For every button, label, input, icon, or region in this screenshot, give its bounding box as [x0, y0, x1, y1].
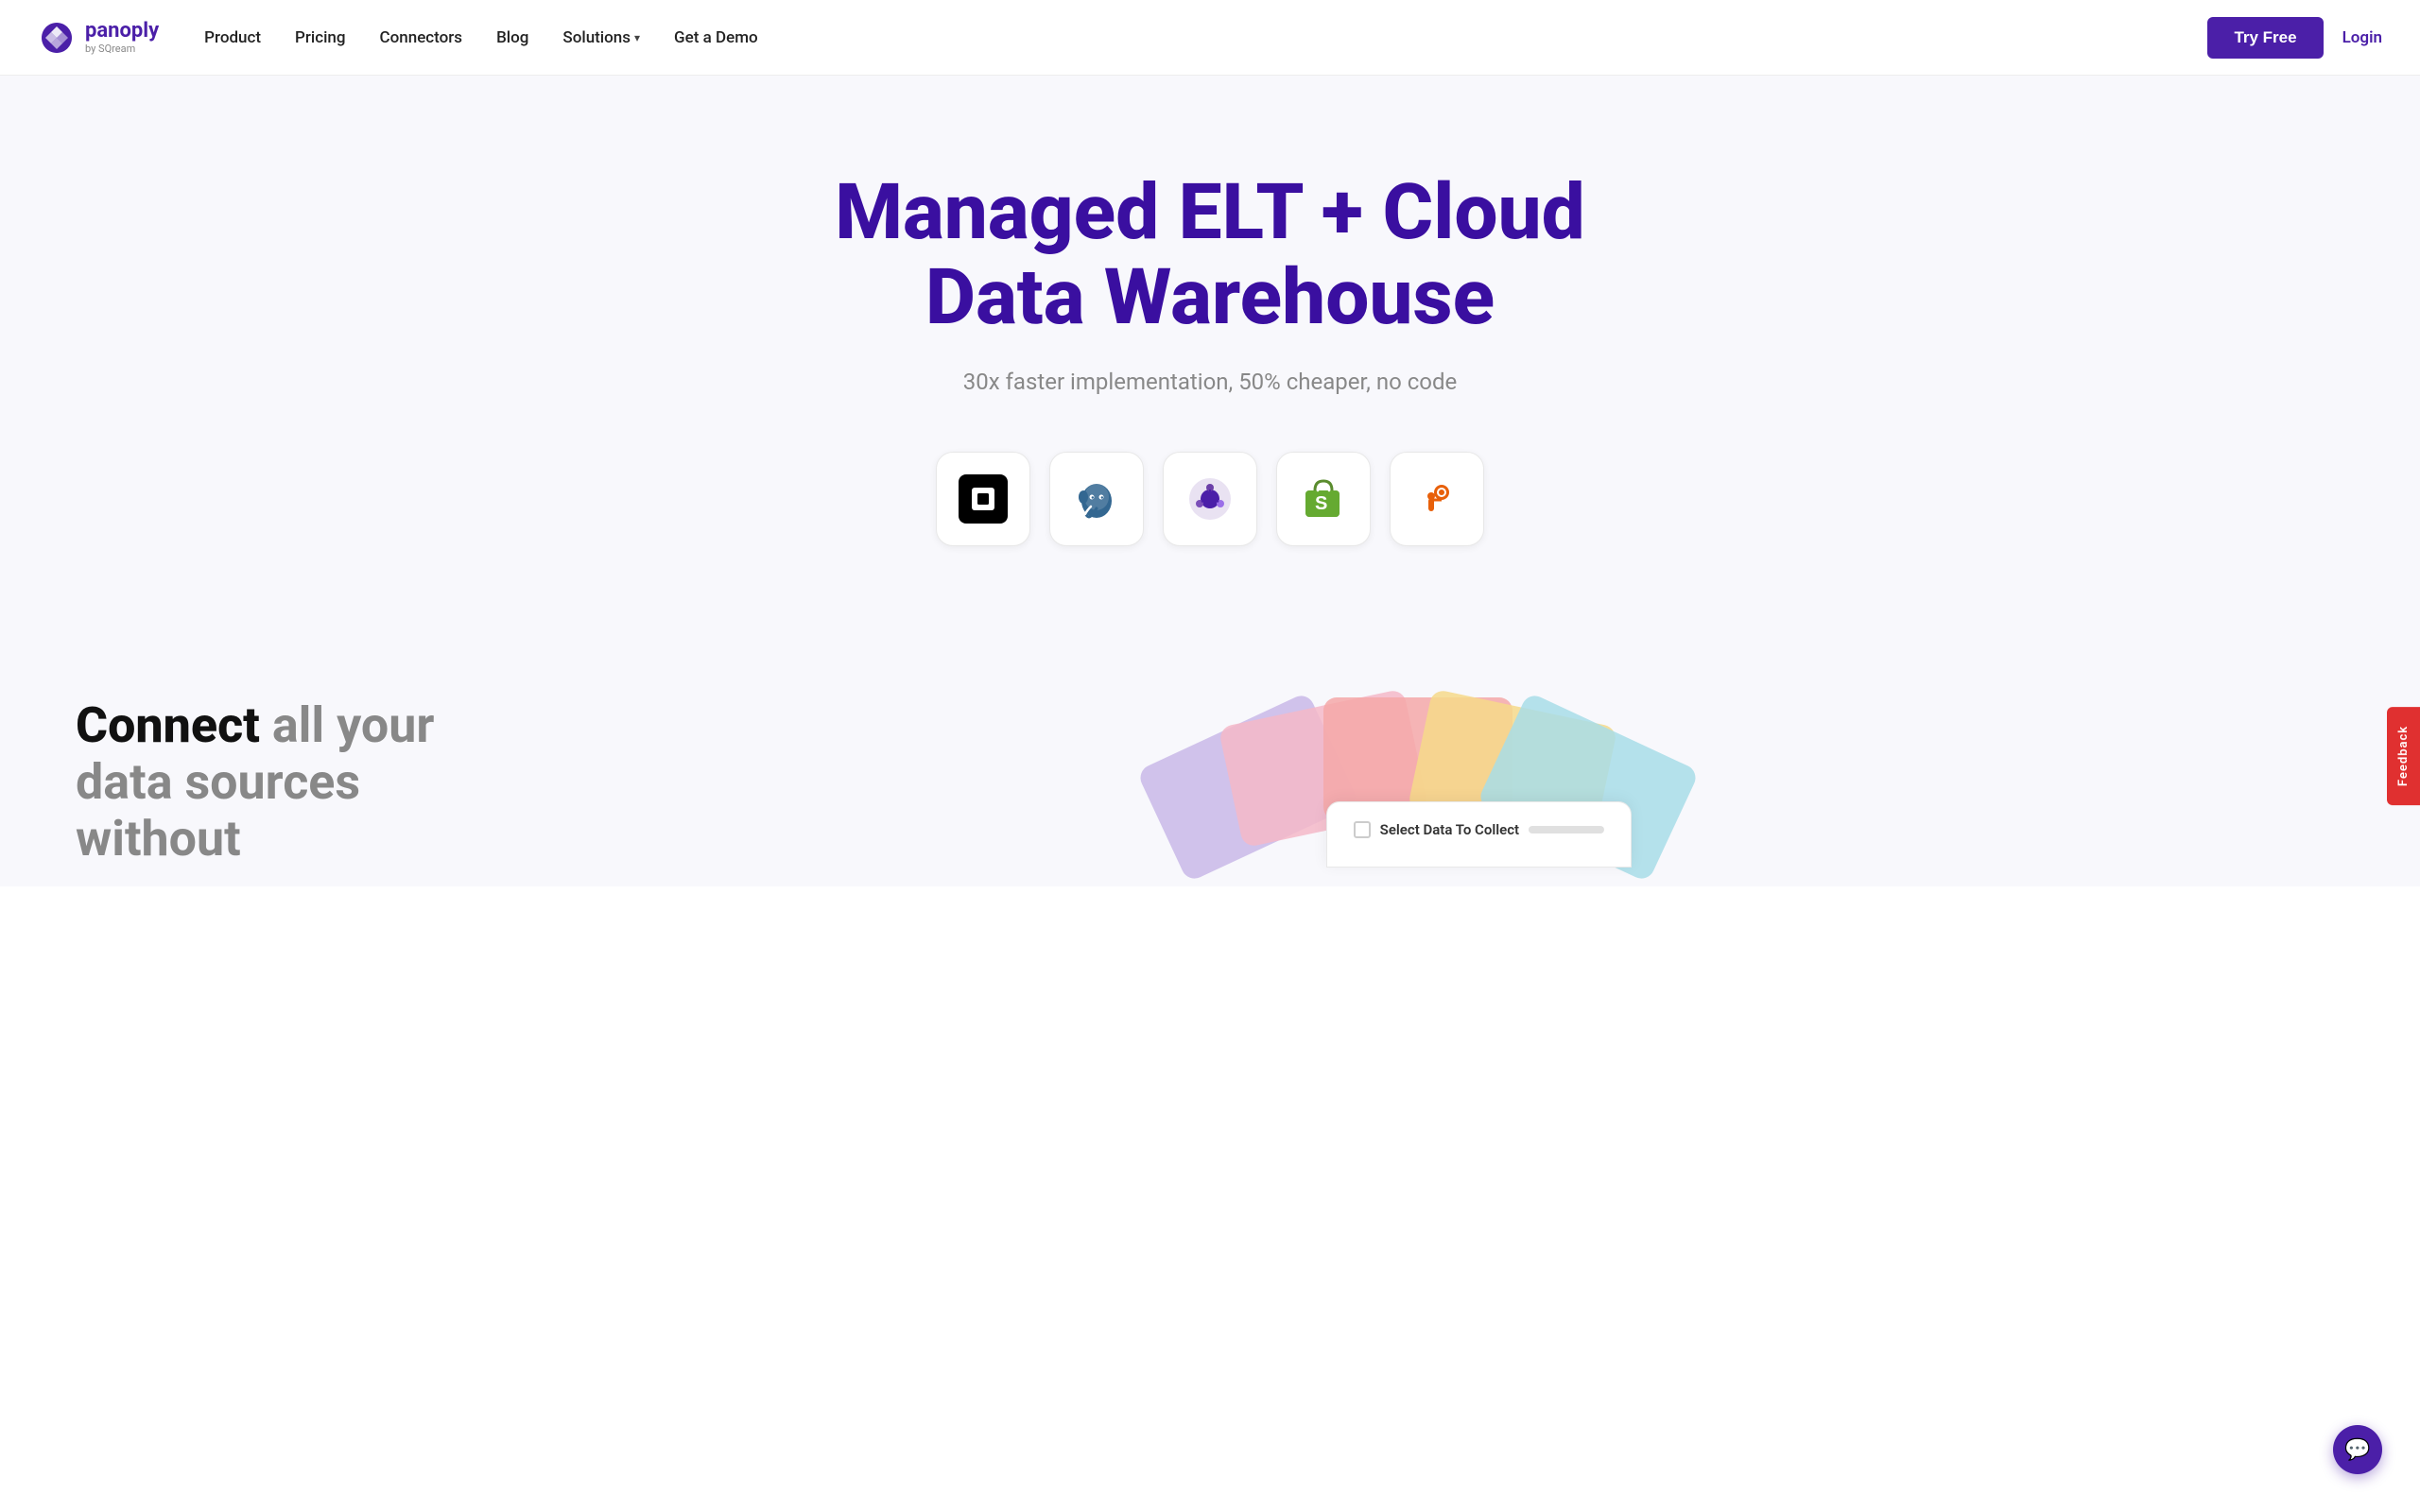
nav-link-product[interactable]: Product	[204, 28, 261, 47]
hero-subtitle: 30x faster implementation, 50% cheaper, …	[38, 369, 2382, 395]
connector-card-square[interactable]	[936, 452, 1030, 546]
chat-bubble[interactable]: 💬	[2333, 1425, 2382, 1474]
logo-icon	[38, 19, 76, 57]
logo-name: panoply	[85, 21, 159, 42]
shopify-icon: S	[1298, 473, 1349, 524]
navbar: panoply by SQream Product Pricing Connec…	[0, 0, 2420, 76]
connect-title: Connect all yourdata sourceswithout	[76, 697, 434, 867]
nav-right: Try Free Login	[2207, 17, 2382, 59]
connector-card-hubspot[interactable]	[1390, 452, 1484, 546]
connector-card-postgresql[interactable]	[1049, 452, 1144, 546]
connector-card-panoply[interactable]	[1163, 452, 1257, 546]
logo-sub: by SQream	[85, 43, 159, 54]
lower-section: Connect all yourdata sourceswithout Sele…	[0, 679, 2420, 886]
hero-section: Managed ELT + Cloud Data Warehouse 30x f…	[0, 76, 2420, 679]
hubspot-icon	[1411, 473, 1462, 524]
svg-text:S: S	[1315, 493, 1327, 514]
connector-card-shopify[interactable]: S	[1276, 452, 1371, 546]
data-collect-title: Select Data To Collect	[1354, 821, 1604, 838]
nav-links: Product Pricing Connectors Blog Solution…	[204, 28, 2207, 47]
square-icon	[959, 474, 1008, 524]
connect-bold: Connect	[76, 696, 260, 754]
nav-link-pricing[interactable]: Pricing	[295, 28, 346, 47]
chat-icon: 💬	[2344, 1438, 2370, 1462]
nav-item-demo[interactable]: Get a Demo	[674, 28, 758, 47]
postgresql-icon	[1070, 472, 1123, 525]
nav-link-demo[interactable]: Get a Demo	[674, 28, 758, 47]
collect-checkbox[interactable]	[1354, 821, 1371, 838]
nav-link-connectors[interactable]: Connectors	[380, 28, 463, 47]
logo-link[interactable]: panoply by SQream	[38, 19, 159, 57]
nav-item-pricing[interactable]: Pricing	[295, 28, 346, 47]
connect-text: Connect all yourdata sourceswithout	[76, 679, 434, 867]
nav-item-blog[interactable]: Blog	[496, 28, 528, 47]
panoply-connector-icon	[1184, 473, 1236, 524]
hero-title: Managed ELT + Cloud Data Warehouse	[785, 170, 1635, 340]
nav-link-blog[interactable]: Blog	[496, 28, 528, 47]
nav-item-solutions[interactable]: Solutions ▾	[562, 28, 640, 47]
data-collect-panel: Select Data To Collect	[1326, 801, 1632, 868]
feedback-tab[interactable]: Feedback	[2387, 707, 2420, 805]
chevron-down-icon: ▾	[634, 31, 640, 44]
try-free-button[interactable]: Try Free	[2207, 17, 2323, 59]
nav-link-solutions[interactable]: Solutions	[562, 28, 631, 47]
nav-item-product[interactable]: Product	[204, 28, 261, 47]
connector-icons-row: S	[38, 452, 2382, 546]
nav-item-connectors[interactable]: Connectors	[380, 28, 463, 47]
login-link[interactable]: Login	[2342, 28, 2382, 47]
collect-slider[interactable]	[1529, 826, 1604, 833]
fan-area: Select Data To Collect	[491, 679, 2344, 868]
